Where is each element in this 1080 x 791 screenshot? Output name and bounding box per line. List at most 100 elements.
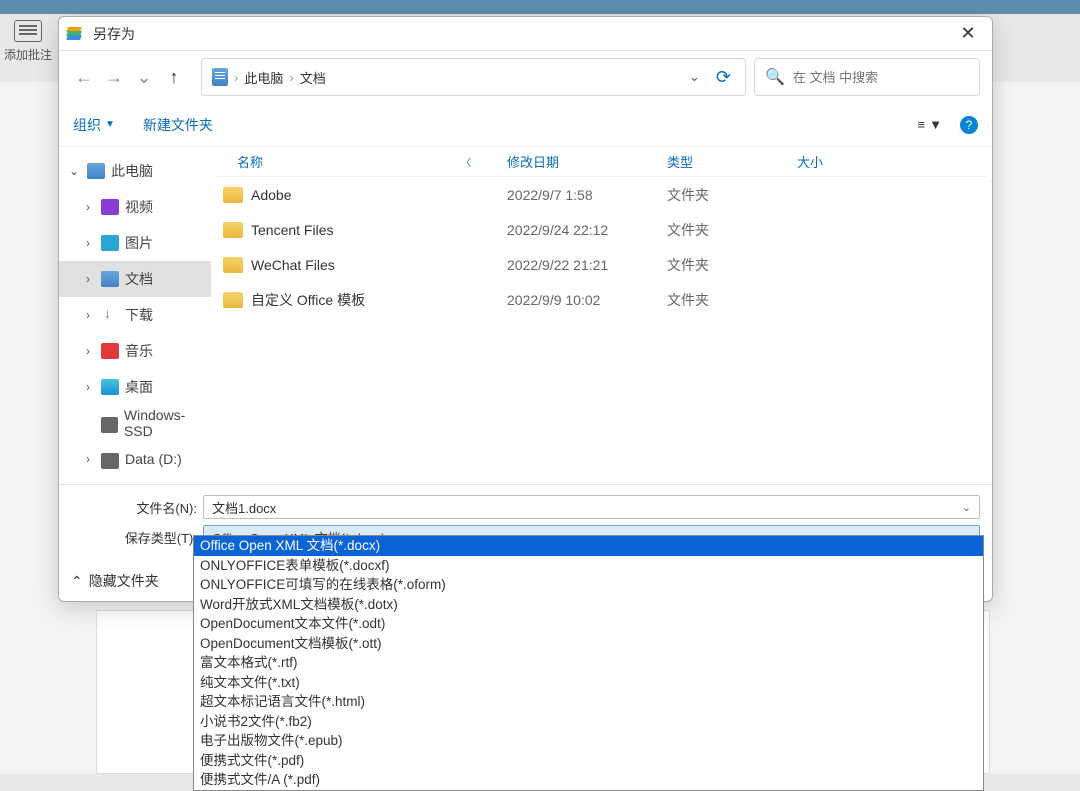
crumb-this-pc[interactable]: 此电脑 xyxy=(244,68,283,87)
col-name-header[interactable]: 名称 〈 xyxy=(217,152,507,171)
chevron-right-icon: › xyxy=(81,380,95,394)
savetype-option[interactable]: ONLYOFFICE表单模板(*.docxf) xyxy=(194,556,983,576)
tree-item-label: 下载 xyxy=(125,305,153,325)
file-name: Adobe xyxy=(251,187,507,203)
savetype-option[interactable]: 富文本格式(*.rtf) xyxy=(194,653,983,673)
savetype-option[interactable]: 纯文本文件(*.txt) xyxy=(194,673,983,693)
savetype-option[interactable]: 电子出版物文件(*.epub) xyxy=(194,731,983,751)
tree-item-pc[interactable]: ⌄此电脑 xyxy=(59,153,211,189)
close-button[interactable]: ✕ xyxy=(952,20,984,48)
tree-item-doc[interactable]: ›文档 xyxy=(59,261,211,297)
file-row[interactable]: 自定义 Office 模板2022/9/9 10:02文件夹 xyxy=(217,282,986,317)
titlebar: 另存为 ✕ xyxy=(59,17,992,51)
save-as-dialog: 另存为 ✕ ← → ⌄ ↑ › 此电脑 › 文档 ⌄ ⟳ 🔍 组织 ▼ xyxy=(58,16,993,602)
file-date: 2022/9/24 22:12 xyxy=(507,222,667,238)
nav-up-button[interactable]: ↑ xyxy=(161,63,187,91)
nav-arrows: ← → ⌄ ↑ xyxy=(71,63,187,91)
file-row[interactable]: Tencent Files2022/9/24 22:12文件夹 xyxy=(217,212,986,247)
crumb-documents[interactable]: 文档 xyxy=(300,68,326,87)
video-icon xyxy=(101,199,119,215)
search-input[interactable] xyxy=(793,70,969,85)
file-date: 2022/9/7 1:58 xyxy=(507,187,667,203)
list-view-icon: ≡ xyxy=(918,117,926,132)
tree-item-label: 图片 xyxy=(125,233,153,253)
file-date: 2022/9/22 21:21 xyxy=(507,257,667,273)
file-row[interactable]: Adobe2022/9/7 1:58文件夹 xyxy=(217,177,986,212)
tree-item-desk[interactable]: › 桌面 xyxy=(59,369,211,405)
savetype-label: 保存类型(T): xyxy=(71,528,197,547)
filename-input[interactable]: 文档1.docx ⌄ xyxy=(203,495,980,519)
add-comment-button[interactable]: 添加批注 xyxy=(4,20,52,63)
savetype-option[interactable]: 便携式文件(*.pdf) xyxy=(194,751,983,771)
comment-icon xyxy=(14,20,42,42)
file-type: 文件夹 xyxy=(667,185,797,205)
breadcrumb-dropdown-button[interactable]: ⌄ xyxy=(683,69,706,85)
savetype-option[interactable]: 便携式文件/A (*.pdf) xyxy=(194,770,983,790)
folder-icon xyxy=(212,68,228,86)
hide-folders-label: 隐藏文件夹 xyxy=(89,571,159,591)
col-size-header[interactable]: 大小 xyxy=(797,152,897,171)
tree-item-video[interactable]: › 视频 xyxy=(59,189,211,225)
tree-item-dl[interactable]: ›下载 xyxy=(59,297,211,333)
folder-icon xyxy=(223,292,243,308)
folder-icon xyxy=(223,222,243,238)
crumb-sep-icon: › xyxy=(289,70,293,85)
pic-icon xyxy=(101,235,119,251)
tree-item-drive[interactable]: Windows-SSD xyxy=(59,405,211,441)
savetype-option[interactable]: Office Open XML 文档(*.docx) xyxy=(194,536,983,556)
nav-history-button[interactable]: ⌄ xyxy=(131,63,157,91)
savetype-option[interactable]: 超文本标记语言文件(*.html) xyxy=(194,692,983,712)
new-folder-label: 新建文件夹 xyxy=(143,115,213,135)
dropdown-arrow-icon: ▼ xyxy=(105,119,115,130)
breadcrumb-bar[interactable]: › 此电脑 › 文档 ⌄ ⟳ xyxy=(201,58,746,96)
tree-item-music[interactable]: › 音乐 xyxy=(59,333,211,369)
view-mode-button[interactable]: ≡ ▼ xyxy=(918,117,942,132)
file-name: 自定义 Office 模板 xyxy=(251,290,507,310)
nav-row: ← → ⌄ ↑ › 此电脑 › 文档 ⌄ ⟳ 🔍 xyxy=(59,51,992,103)
col-type-header[interactable]: 类型 xyxy=(667,152,797,171)
savetype-option[interactable]: ONLYOFFICE可填写的在线表格(*.oform) xyxy=(194,575,983,595)
add-comment-label: 添加批注 xyxy=(4,46,52,63)
help-button[interactable]: ? xyxy=(960,116,978,134)
app-icon xyxy=(67,25,85,43)
body-area: ⌄此电脑›视频›图片›文档›下载›音乐›桌面Windows-SSD›Data (… xyxy=(59,147,992,484)
drive-icon xyxy=(101,417,118,433)
nav-back-button[interactable]: ← xyxy=(71,63,97,91)
tree-item-label: 视频 xyxy=(125,197,153,217)
refresh-button[interactable]: ⟳ xyxy=(712,67,735,88)
tree-item-drive[interactable]: ›Data (D:) xyxy=(59,441,211,477)
file-type: 文件夹 xyxy=(667,290,797,310)
savetype-option[interactable]: Word开放式XML文档模板(*.dotx) xyxy=(194,595,983,615)
doc-icon xyxy=(101,271,119,287)
savetype-option[interactable]: OpenDocument文本文件(*.odt) xyxy=(194,614,983,634)
music-icon xyxy=(101,343,119,359)
chevron-right-icon: › xyxy=(81,344,95,358)
dropdown-arrow-icon: ▼ xyxy=(929,117,942,132)
tree-item-label: 桌面 xyxy=(125,377,153,397)
tree-item-label: 文档 xyxy=(125,269,153,289)
tree-item-pic[interactable]: ›图片 xyxy=(59,225,211,261)
hide-folders-toggle[interactable]: ⌃ 隐藏文件夹 xyxy=(71,571,159,591)
tree-item-label: 音乐 xyxy=(125,341,153,361)
chevron-right-icon: › xyxy=(81,452,95,466)
file-row[interactable]: WeChat Files2022/9/22 21:21文件夹 xyxy=(217,247,986,282)
chevron-right-icon: › xyxy=(81,200,95,214)
organize-button[interactable]: 组织 ▼ xyxy=(73,115,115,135)
tree-pane: ⌄此电脑›视频›图片›文档›下载›音乐›桌面Windows-SSD›Data (… xyxy=(59,147,211,484)
col-date-header[interactable]: 修改日期 xyxy=(507,152,667,171)
savetype-option[interactable]: 小说书2文件(*.fb2) xyxy=(194,712,983,732)
col-name-label: 名称 xyxy=(237,155,263,170)
sort-indicator-icon: 〈 xyxy=(461,154,471,169)
savetype-option[interactable]: OpenDocument文档模板(*.ott) xyxy=(194,634,983,654)
search-icon: 🔍 xyxy=(765,67,785,87)
dialog-title: 另存为 xyxy=(93,24,952,44)
nav-forward-button[interactable]: → xyxy=(101,63,127,91)
filename-value: 文档1.docx xyxy=(212,498,276,517)
savetype-dropdown-list[interactable]: Office Open XML 文档(*.docx)ONLYOFFICE表单模板… xyxy=(193,535,984,791)
file-type: 文件夹 xyxy=(667,255,797,275)
search-box[interactable]: 🔍 xyxy=(754,58,980,96)
filename-label: 文件名(N): xyxy=(71,498,197,517)
organize-label: 组织 xyxy=(73,115,101,135)
new-folder-button[interactable]: 新建文件夹 xyxy=(143,115,213,135)
window-tab-strip xyxy=(0,0,1080,14)
